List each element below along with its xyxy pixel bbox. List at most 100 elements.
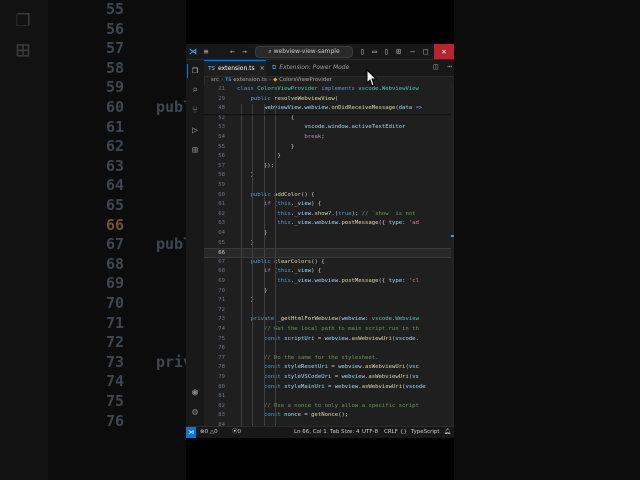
background-line-number: 71 [105,313,124,332]
code-text: class ColorsViewProvider implements vsco… [237,86,419,92]
code-line[interactable]: 69 this._view.webview.postMessage({ type… [204,277,454,287]
indent-guide [275,392,276,402]
line-ending[interactable]: CRLF [384,427,398,438]
vscode-logo-icon: ⋊ [189,47,197,56]
code-line[interactable]: 81 [204,392,454,402]
code-line[interactable]: 71 } [204,296,454,306]
language-braces-icon[interactable]: {} [400,427,407,438]
menu-icon[interactable]: ≡ [201,45,211,58]
code-line[interactable]: 73 private _getHtmlForWebview(webview: v… [204,315,454,325]
code-line[interactable]: 67 public clearColors() { [204,257,454,268]
toggle-primary-sidebar-icon[interactable]: ▯ [358,45,367,58]
background-line-number: 68 [105,254,124,273]
indent-guide [252,238,253,249]
code-line[interactable]: 60 public addColor() { [204,190,454,201]
extensions-icon[interactable]: ⊞ [188,144,202,158]
indent-guide [252,382,253,393]
manage-gear-icon[interactable]: ⚙ [188,406,202,420]
notifications-bell-icon[interactable]: 🔔︎ [444,427,451,438]
code-line[interactable]: 80 const styleMainUri = webview.asWebvie… [204,382,454,393]
minimize-icon[interactable]: – [408,45,417,58]
code-line[interactable]: 68 if (this._view) { [204,267,454,277]
source-control-icon[interactable]: ⑂ [188,104,202,118]
code-line[interactable]: 75 const scriptUri = webview.asWebviewUr… [204,334,454,345]
code-line[interactable]: 74 // Get the local path to main script … [204,325,454,335]
code-line[interactable]: 61 if (this._view) { [204,200,454,210]
code-line[interactable]: 55 } [204,142,454,153]
customize-layout-icon[interactable]: ⊞ [394,45,403,58]
indent-guide [252,123,253,133]
breadcrumb-folder[interactable]: src [211,77,219,83]
code-line[interactable]: 59 [204,181,454,191]
tab-extension-power-mode[interactable]: ⧉ Extension: Power Mode [268,60,364,76]
code-line[interactable]: 79 const styleVSCodeUri = webview.asWebv… [204,373,454,383]
run-debug-icon[interactable]: ▷ [188,124,202,138]
code-line[interactable]: 21 class ColorsViewProvider implements vs… [204,85,454,95]
problems-status[interactable]: ⊗0 △0 [200,427,218,438]
encoding[interactable]: UTF-8 [362,427,378,438]
background-line-number: 76 [105,411,124,430]
indent-guide [275,219,276,229]
editor-scrollbar[interactable] [451,85,454,426]
ports-status[interactable]: ⦿0 [232,427,241,438]
indent-guide [252,325,253,335]
line-number: 64 [218,230,225,236]
maximize-icon[interactable]: □ [421,45,430,58]
code-line[interactable]: 70 } [204,286,454,297]
code-line[interactable]: 63 this._view.webview.postMessage({ type… [204,219,454,229]
extension-icon: ⧉ [272,64,277,71]
breadcrumb: src › TS extension.ts › ◆ ColorsViewProvider [211,77,332,83]
language-mode[interactable]: TypeScript [411,427,440,438]
code-line[interactable]: 76 [204,344,454,354]
split-editor-icon[interactable]: ◫ [434,62,439,71]
code-editor[interactable]: 21 class ColorsViewProvider implements vs… [204,85,454,426]
indent-guide [252,219,253,229]
indent-guide [241,152,242,162]
close-tab-icon[interactable]: × [260,65,265,72]
tab-extension-ts[interactable]: TS extension.ts × [204,60,266,76]
search-view-icon[interactable]: ⌕ [188,84,202,98]
back-arrow-icon[interactable]: ← [228,45,237,58]
code-line[interactable]: 53 vscode.window.activeTextEditor [204,123,454,133]
code-line[interactable]: 77 // Do the same for the stylesheet. [204,353,454,364]
indent-guide [241,296,242,306]
cursor-position[interactable]: Ln 66, Col 1 [294,427,327,438]
command-center-search[interactable]: ⌕ webview-view-sample [255,46,353,58]
toggle-panel-icon[interactable]: ▭ [370,45,379,58]
line-number: 69 [218,278,225,284]
breadcrumb-symbol[interactable]: ColorsViewProvider [279,77,332,83]
tab-size[interactable]: Tab Size: 4 [330,427,359,438]
explorer-icon[interactable]: ❐ [187,64,202,78]
code-line[interactable]: 48 webviewView.webview.onDidReceiveMessa… [204,104,454,114]
code-line[interactable]: 57 }); [204,161,454,172]
code-line[interactable]: 62 this._view.show?.(true); // `show` is… [204,209,454,220]
code-text: break; [304,134,325,140]
indent-guide [252,363,253,373]
more-actions-icon[interactable]: ⋯ [447,62,452,71]
code-line[interactable]: 58 } [204,171,454,181]
account-icon[interactable]: ◉ [188,386,202,400]
code-line[interactable]: 83 const nonce = getNonce(); [204,411,454,421]
forward-arrow-icon[interactable]: → [240,45,249,58]
code-line[interactable]: 72 [204,305,454,316]
background-line-number: 66 [105,215,124,234]
indent-guide [264,229,265,239]
code-line[interactable]: 65 } [204,238,454,249]
background-line-number: 58 [105,58,124,77]
indent-guide [252,277,253,287]
code-line[interactable]: 64 } [204,229,454,239]
line-number: 53 [218,124,225,131]
close-window-button[interactable]: ✕ [434,44,454,59]
code-line[interactable]: 66 [204,248,454,258]
code-line[interactable]: 78 const styleResetUri = webview.asWebvi… [204,363,454,373]
line-number: 73 [218,316,225,323]
code-line[interactable]: 56 } [204,152,454,162]
code-line[interactable]: 54 break; [204,133,454,143]
indent-guide [241,305,242,316]
breadcrumb-file[interactable]: extension.ts [233,77,267,83]
line-number: 56 [218,153,225,160]
remote-indicator-icon[interactable]: ⋊ [186,427,196,438]
toggle-secondary-sidebar-icon[interactable]: ▯ [382,45,391,58]
code-line[interactable]: 29 public resolveWebviewView( [204,95,454,105]
code-line[interactable]: 82 // Use a nonce to only allow a specif… [204,401,454,412]
